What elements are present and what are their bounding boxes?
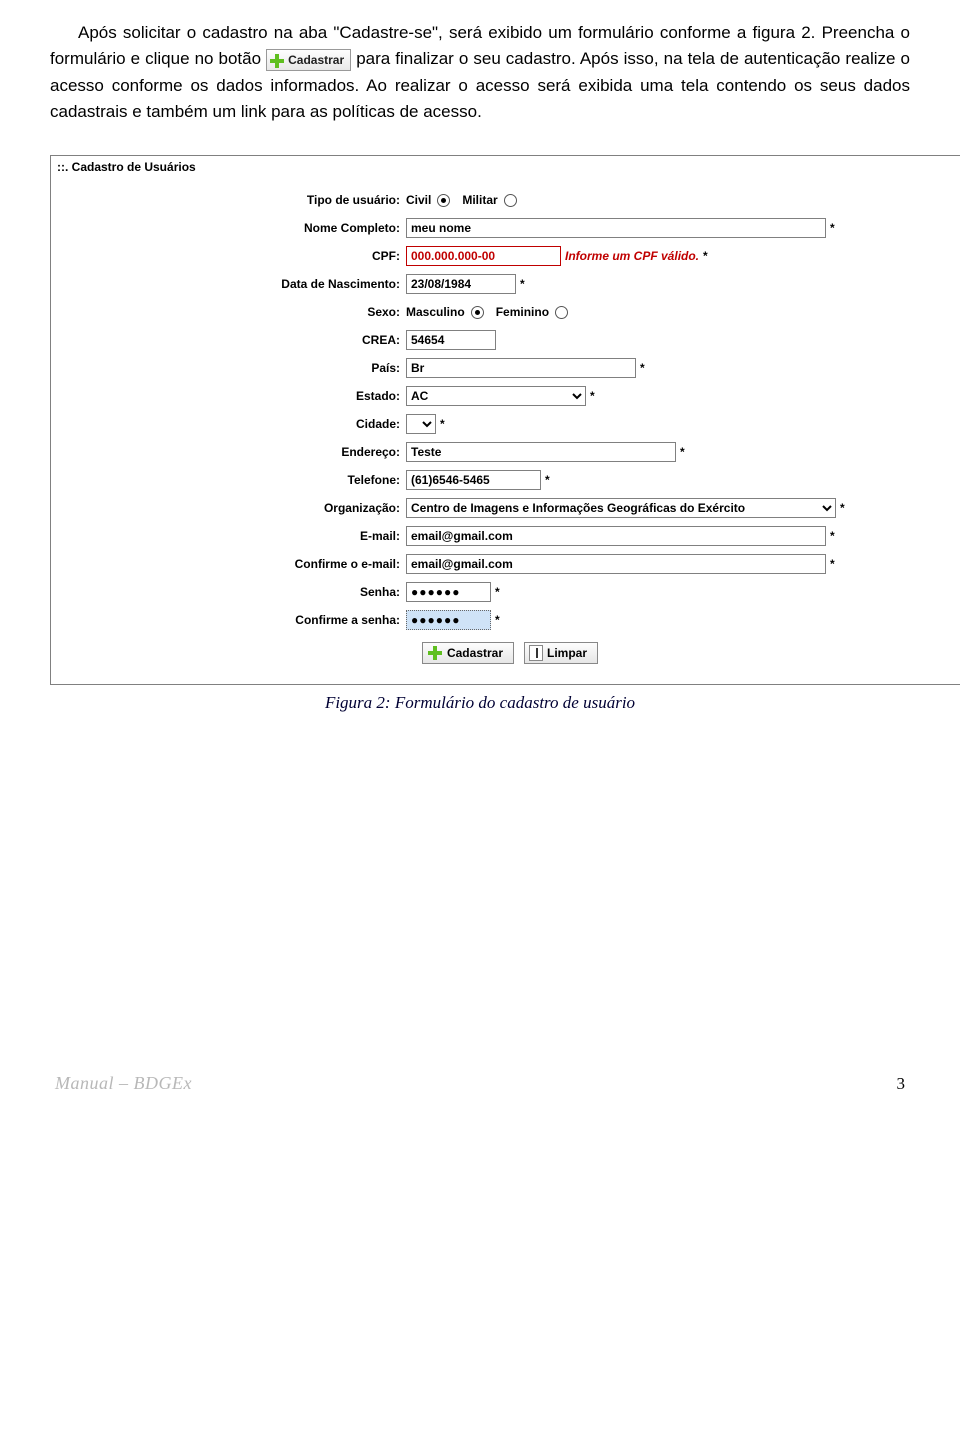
label-nome: Nome Completo: <box>51 221 406 235</box>
footer-manual: Manual – BDGEx <box>55 1073 192 1094</box>
opt-masc: Masculino <box>406 305 465 319</box>
input-crea[interactable] <box>406 330 496 350</box>
panel-title: ::. Cadastro de Usuários <box>51 156 960 184</box>
req-star: * <box>495 613 500 627</box>
req-star: * <box>703 249 708 263</box>
input-pais[interactable] <box>406 358 636 378</box>
limpar-label: Limpar <box>547 646 587 660</box>
label-org: Organização: <box>51 501 406 515</box>
input-cpf[interactable] <box>406 246 561 266</box>
cadastrar-button[interactable]: Cadastrar <box>422 642 514 664</box>
req-star: * <box>545 473 550 487</box>
plus-icon <box>269 53 285 69</box>
input-email[interactable] <box>406 526 826 546</box>
registration-form-screenshot: ::. Cadastro de Usuários Tipo de usuário… <box>50 155 960 685</box>
req-star: * <box>640 361 645 375</box>
label-endereco: Endereço: <box>51 445 406 459</box>
select-estado[interactable]: AC <box>406 386 586 406</box>
input-senha-confirm[interactable]: ●●●●●● <box>406 610 491 630</box>
req-star: * <box>440 417 445 431</box>
input-email-confirm[interactable] <box>406 554 826 574</box>
limpar-button[interactable]: Limpar <box>524 642 598 664</box>
label-email: E-mail: <box>51 529 406 543</box>
input-senha[interactable]: ●●●●●● <box>406 582 491 602</box>
label-pais: País: <box>51 361 406 375</box>
label-senha: Senha: <box>51 585 406 599</box>
opt-civil: Civil <box>406 193 431 207</box>
label-sexo: Sexo: <box>51 305 406 319</box>
label-nasc: Data de Nascimento: <box>51 277 406 291</box>
label-crea: CREA: <box>51 333 406 347</box>
req-star: * <box>830 529 835 543</box>
req-star: * <box>520 277 525 291</box>
label-telefone: Telefone: <box>51 473 406 487</box>
clear-icon <box>529 645 543 661</box>
inline-cadastrar-button: Cadastrar <box>266 49 351 71</box>
radio-masc[interactable] <box>471 306 484 319</box>
input-endereco[interactable] <box>406 442 676 462</box>
req-star: * <box>590 389 595 403</box>
plus-icon <box>427 645 443 661</box>
opt-militar: Militar <box>462 193 497 207</box>
req-star: * <box>840 501 845 515</box>
instruction-paragraph: Após solicitar o cadastro na aba "Cadast… <box>50 20 910 125</box>
req-star: * <box>495 585 500 599</box>
label-cidade: Cidade: <box>51 417 406 431</box>
inline-btn-label: Cadastrar <box>288 53 344 67</box>
figure-caption: Figura 2: Formulário do cadastro de usuá… <box>50 693 910 713</box>
cadastrar-label: Cadastrar <box>447 646 503 660</box>
label-senha2: Confirme a senha: <box>51 613 406 627</box>
input-nome[interactable] <box>406 218 826 238</box>
input-nasc[interactable] <box>406 274 516 294</box>
label-cpf: CPF: <box>51 249 406 263</box>
select-cidade[interactable] <box>406 414 436 434</box>
req-star: * <box>680 445 685 459</box>
radio-militar[interactable] <box>504 194 517 207</box>
label-tipo: Tipo de usuário: <box>51 193 406 207</box>
select-org[interactable]: Centro de Imagens e Informações Geográfi… <box>406 498 836 518</box>
input-telefone[interactable] <box>406 470 541 490</box>
radio-fem[interactable] <box>555 306 568 319</box>
footer-page: 3 <box>897 1074 906 1094</box>
radio-civil[interactable] <box>437 194 450 207</box>
label-estado: Estado: <box>51 389 406 403</box>
opt-fem: Feminino <box>496 305 549 319</box>
label-email2: Confirme o e-mail: <box>51 557 406 571</box>
req-star: * <box>830 221 835 235</box>
cpf-error: Informe um CPF válido. <box>565 249 699 263</box>
req-star: * <box>830 557 835 571</box>
